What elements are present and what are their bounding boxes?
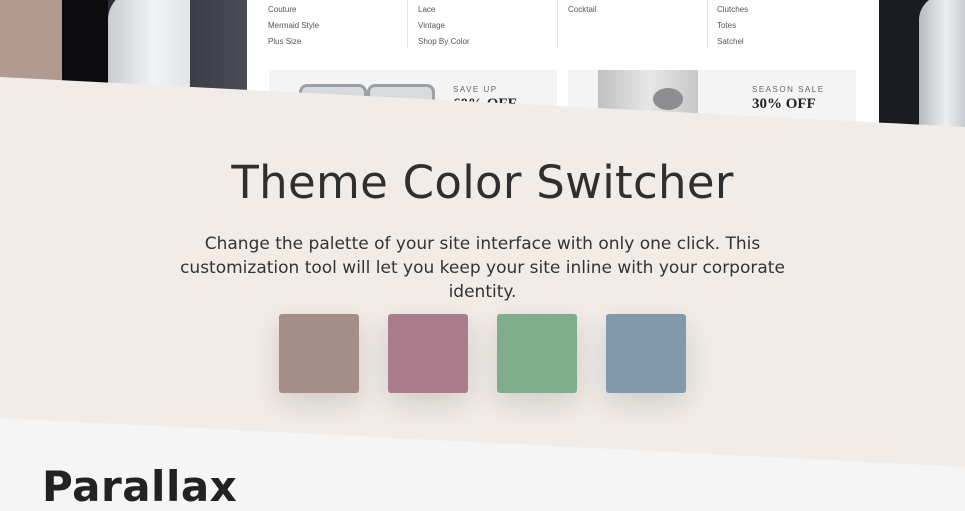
- promo-tag: SEASON SALE: [752, 85, 825, 94]
- menu-item: Clutches: [717, 5, 749, 14]
- promo-tag: SAVE UP: [453, 85, 498, 94]
- color-swatch-sage[interactable]: [497, 314, 577, 393]
- color-swatch-taupe[interactable]: [279, 314, 359, 393]
- section-title: Theme Color Switcher: [231, 156, 734, 209]
- menu-column: Lace Vintage Shop By Color: [418, 0, 568, 50]
- menu-item: Lace: [418, 5, 436, 14]
- menu-item: Shop By Color: [418, 37, 470, 46]
- parallax-heading: Parallax: [42, 462, 238, 511]
- section-description: Change the palette of your site interfac…: [180, 234, 785, 302]
- menu-column: Clutches Totes Satchel: [717, 0, 867, 50]
- menu-item: Vintage: [418, 21, 445, 30]
- menu-item: Mermaid Style: [268, 21, 320, 30]
- menu-column: Cocktail: [568, 0, 718, 18]
- menu-item: Satchel: [717, 37, 744, 46]
- menu-item: Cocktail: [568, 5, 597, 14]
- menu-item: Totes: [717, 21, 737, 30]
- bride-photo-right: [879, 0, 965, 130]
- menu-item: Couture: [268, 5, 297, 14]
- promo-headline: 30% OFF: [752, 96, 816, 112]
- menu-item: Plus Size: [268, 37, 302, 46]
- color-swatch-slate-blue[interactable]: [606, 314, 686, 393]
- menu-column: Couture Mermaid Style Plus Size: [268, 0, 418, 50]
- color-swatch-mauve[interactable]: [388, 314, 468, 393]
